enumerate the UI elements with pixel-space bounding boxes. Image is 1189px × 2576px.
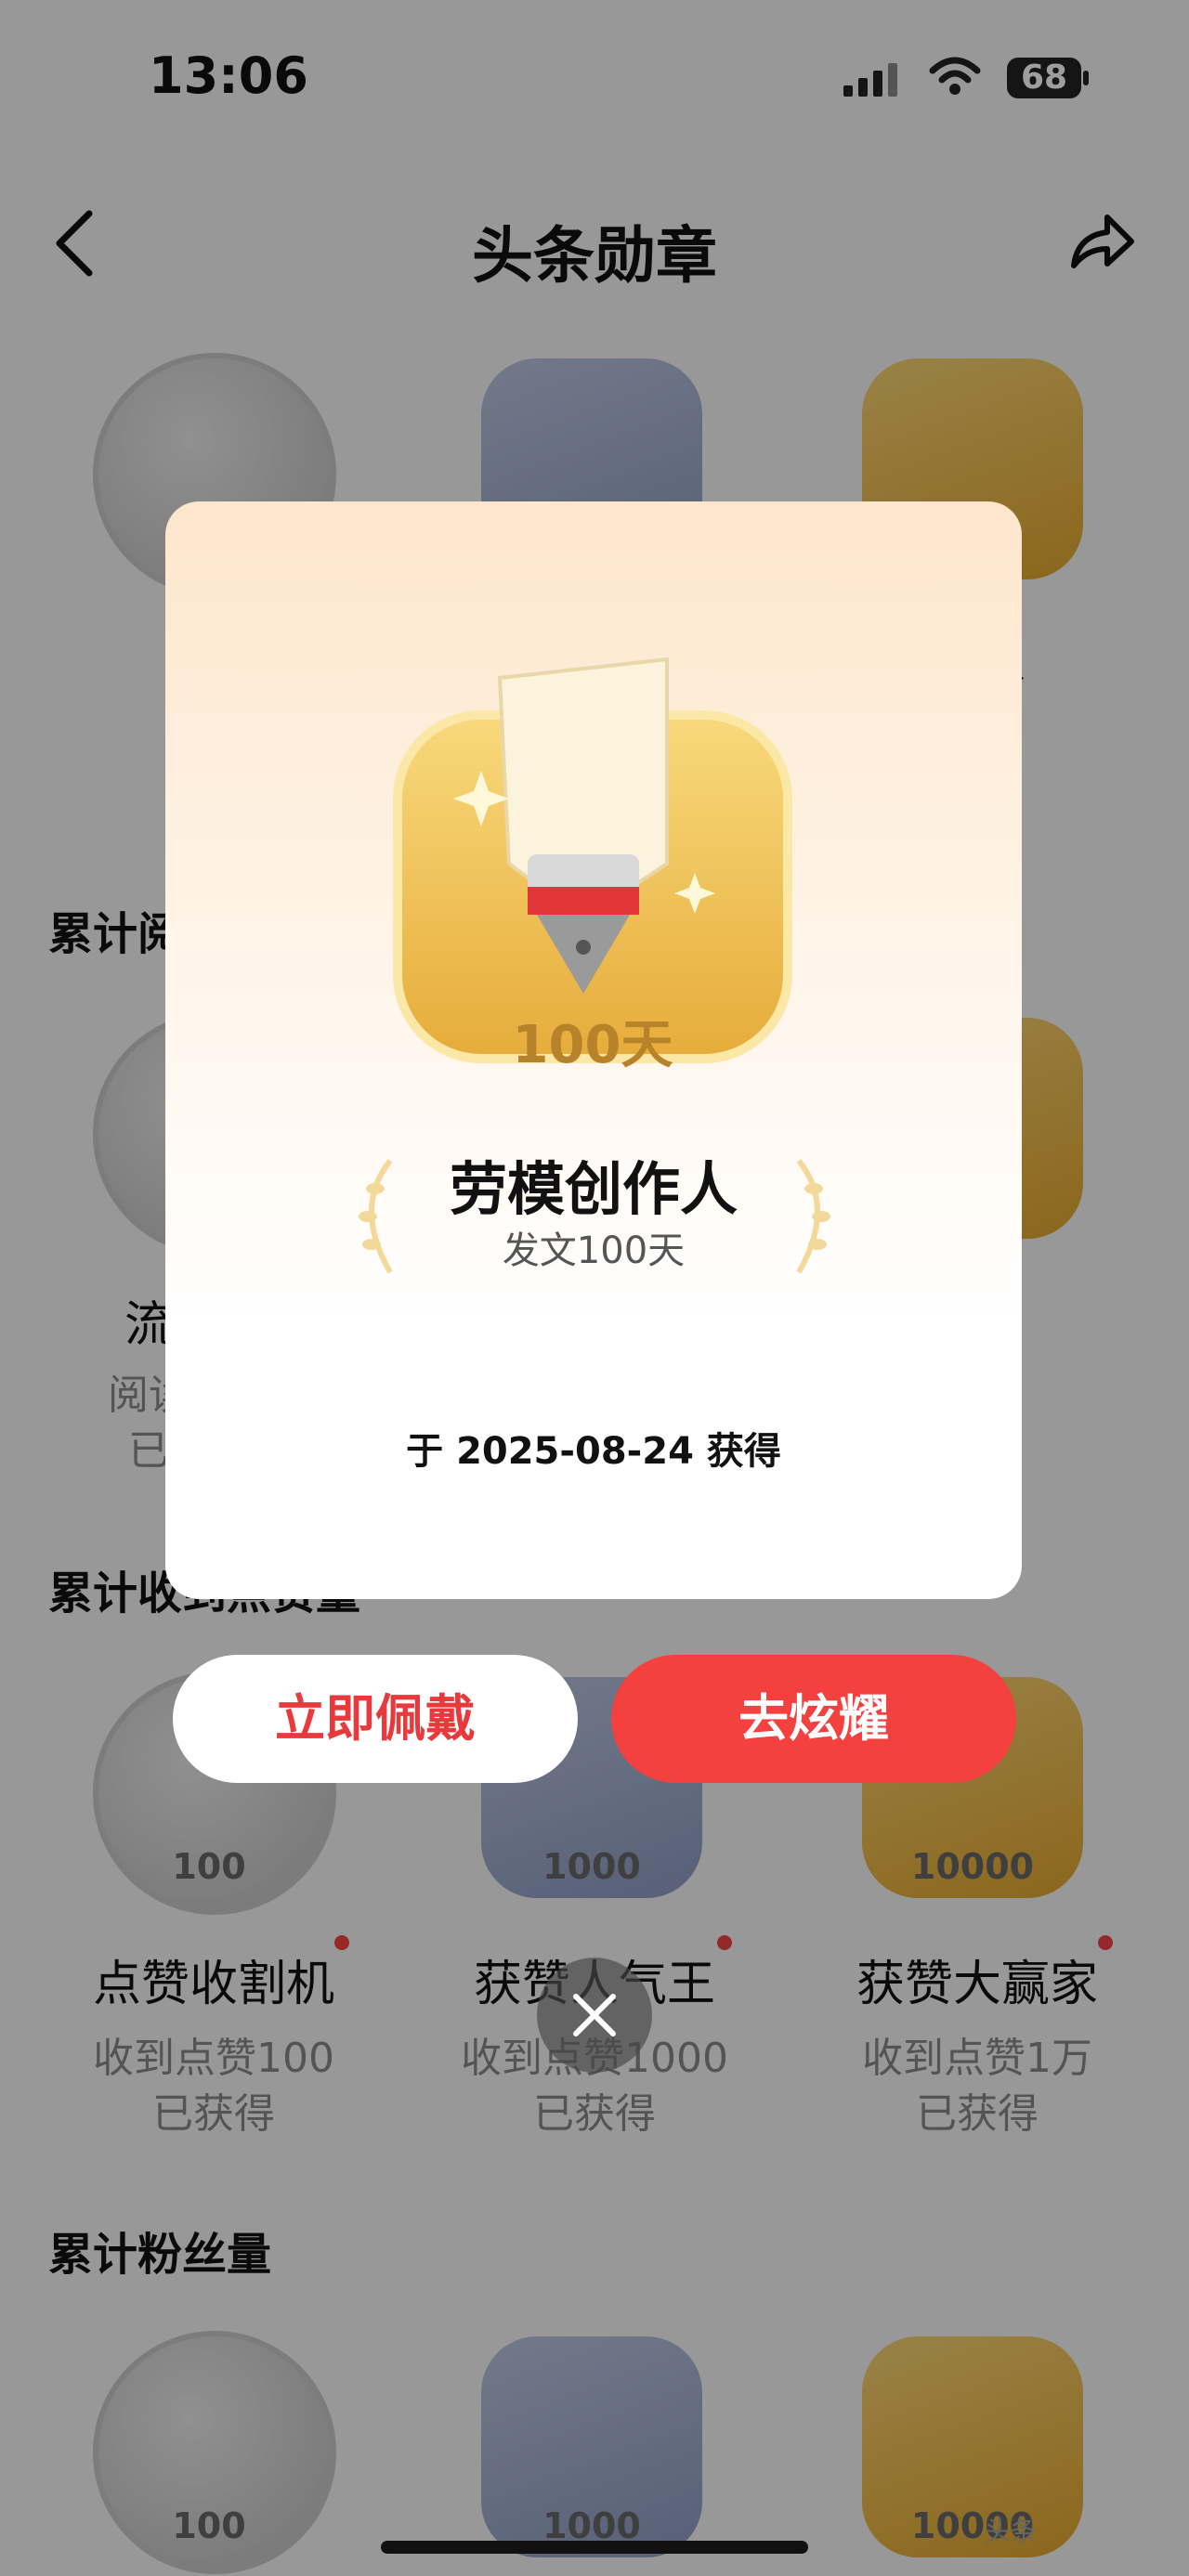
close-icon	[573, 1994, 616, 2036]
watermark: 头条	[985, 2516, 1038, 2546]
badge-detail-modal: 100天 劳模创作人 发文100天 于 2025-08-24 获得	[165, 501, 1022, 1599]
modal-badge-label: 100天	[512, 1015, 673, 1075]
home-indicator[interactable]	[381, 2541, 808, 2554]
modal-earned-date: 于 2025-08-24 获得	[406, 1430, 781, 1473]
wear-now-button[interactable]: 立即佩戴	[173, 1655, 578, 1783]
modal-badge-name: 劳模创作人	[449, 1155, 738, 1223]
modal-badge-requirement: 发文100天	[502, 1229, 686, 1272]
show-off-button[interactable]: 去炫耀	[611, 1655, 1016, 1783]
close-button[interactable]	[537, 1958, 652, 2073]
